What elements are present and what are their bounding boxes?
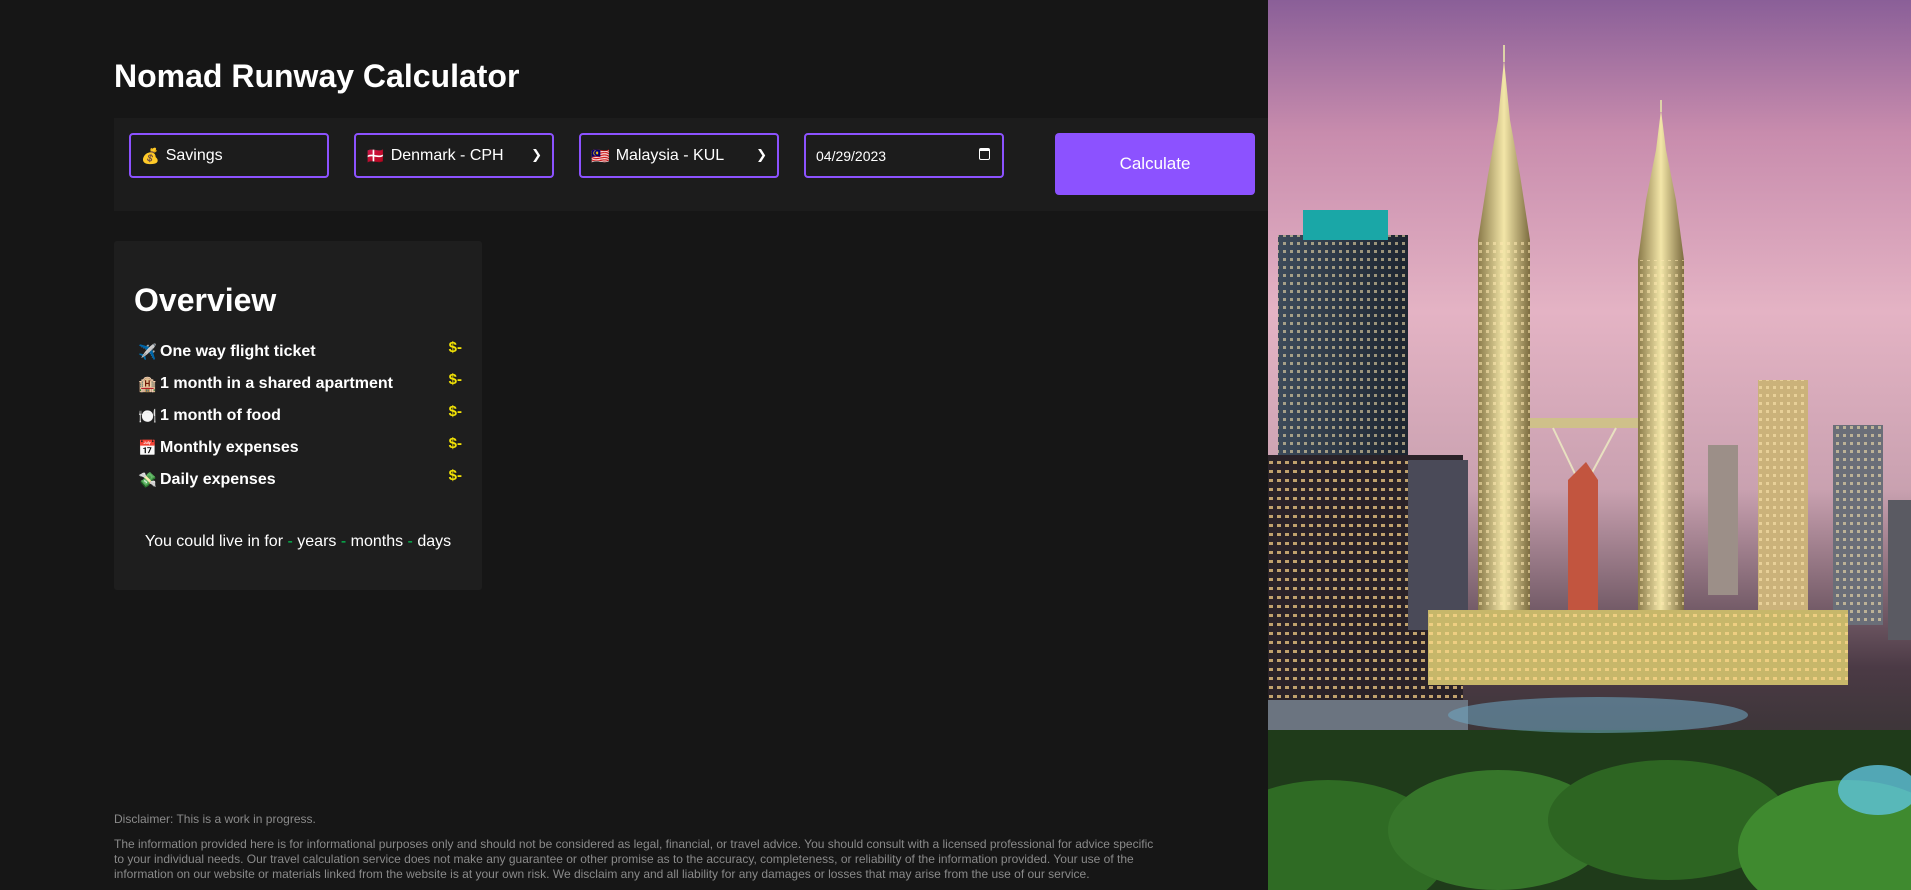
overview-row-food: 🍽️ 1 month of food $- <box>138 403 462 428</box>
calculate-button[interactable]: Calculate <box>1055 133 1255 195</box>
destination-value: Malaysia - KUL <box>615 146 725 164</box>
savings-placeholder: Savings <box>165 146 223 164</box>
runway-summary: You could live in for - years - months -… <box>114 533 482 551</box>
days-value: - <box>407 533 413 550</box>
origin-select[interactable]: 🇩🇰 Denmark - CPH ❯ <box>354 133 554 178</box>
months-label: months <box>350 533 404 550</box>
disclaimer-short: Disclaimer: This is a work in progress. <box>114 812 316 826</box>
page-title: Nomad Runway Calculator <box>114 58 520 94</box>
hotel-icon: 🏨 <box>138 376 157 393</box>
years-label: years <box>297 533 337 550</box>
denmark-flag-icon: 🇩🇰 <box>366 147 385 165</box>
calendar-icon: 📅 <box>138 440 157 457</box>
row-value: $- <box>448 403 462 420</box>
row-value: $- <box>448 339 462 356</box>
years-value: - <box>287 533 293 550</box>
overview-row-flight: ✈️ One way flight ticket $- <box>138 339 462 364</box>
date-input[interactable]: 04/29/2023 <box>804 133 1004 178</box>
row-label: One way flight ticket <box>160 343 316 360</box>
summary-prefix: You could live in for <box>144 533 284 550</box>
chevron-down-icon: ❯ <box>531 147 542 162</box>
overview-row-apartment: 🏨 1 month in a shared apartment $- <box>138 371 462 396</box>
destination-photo <box>1268 0 1911 890</box>
overview-title: Overview <box>134 282 277 318</box>
overview-row-monthly: 📅 Monthly expenses $- <box>138 435 462 460</box>
airplane-icon: ✈️ <box>138 344 157 361</box>
overview-row-daily: 💸 Daily expenses $- <box>138 467 462 492</box>
row-label: 1 month of food <box>160 407 281 424</box>
row-value: $- <box>448 371 462 388</box>
disclaimer-long: The information provided here is for inf… <box>114 837 1154 881</box>
row-label: Daily expenses <box>160 471 276 488</box>
days-label: days <box>417 533 452 550</box>
row-label: 1 month in a shared apartment <box>160 375 393 392</box>
destination-select[interactable]: 🇲🇾 Malaysia - KUL ❯ <box>579 133 779 178</box>
calendar-picker-icon[interactable] <box>979 148 990 160</box>
row-value: $- <box>448 467 462 484</box>
months-value: - <box>340 533 347 550</box>
money-bag-icon: 💰 <box>141 147 160 165</box>
row-label: Monthly expenses <box>160 439 299 456</box>
main-panel: Nomad Runway Calculator 💰 Savings 🇩🇰 Den… <box>0 0 1268 890</box>
plate-icon: 🍽️ <box>138 408 157 425</box>
chevron-down-icon: ❯ <box>756 147 767 162</box>
malaysia-flag-icon: 🇲🇾 <box>591 147 610 165</box>
calculator-controls: 💰 Savings 🇩🇰 Denmark - CPH ❯ 🇲🇾 Malaysia… <box>114 118 1268 211</box>
row-value: $- <box>448 435 462 452</box>
origin-value: Denmark - CPH <box>390 146 504 164</box>
savings-input[interactable]: 💰 Savings <box>129 133 329 178</box>
overview-card: Overview ✈️ One way flight ticket $- 🏨 1… <box>114 241 482 590</box>
date-value: 04/29/2023 <box>816 147 887 164</box>
flying-money-icon: 💸 <box>138 472 157 489</box>
kuala-lumpur-skyline-illustration <box>1268 45 1911 890</box>
